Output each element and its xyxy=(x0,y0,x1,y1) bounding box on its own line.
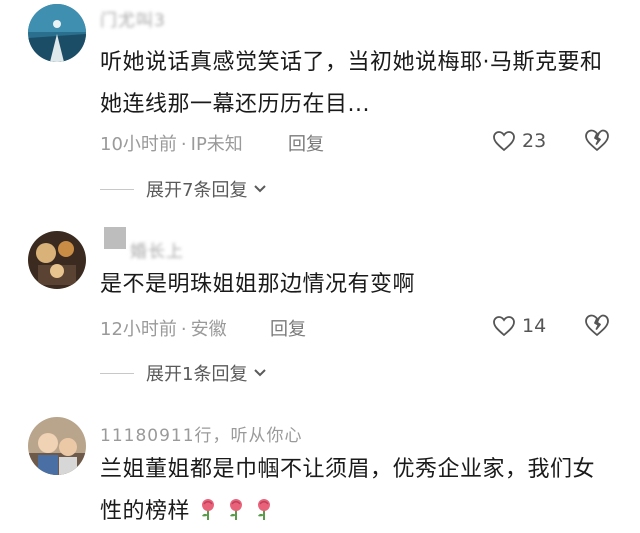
comment-item: 门尤叫3 听她说话真感觉笑话了，当初她说梅耶·马斯克要和她连线那一幕还历历在目.… xyxy=(0,0,640,210)
expand-divider xyxy=(100,188,134,190)
like-button[interactable]: 14 xyxy=(492,313,546,339)
expand-replies[interactable]: 展开1条回复 xyxy=(100,360,267,386)
dislike-button[interactable] xyxy=(584,313,610,339)
broken-heart-icon xyxy=(585,314,609,336)
meta-separator: · xyxy=(180,134,187,155)
rose-emoji xyxy=(202,499,215,520)
expand-divider xyxy=(100,372,134,374)
comment-location: 安徽 xyxy=(190,319,227,340)
comment-text: 听她说话真感觉笑话了，当初她说梅耶·马斯克要和她连线那一幕还历历在目... xyxy=(100,50,603,117)
chevron-down-icon xyxy=(254,369,267,377)
landscape-avatar-icon xyxy=(28,4,86,62)
username[interactable]: 婚长上 xyxy=(130,237,184,262)
family-photo-avatar-icon xyxy=(28,417,86,475)
comment-meta: 10小时前 · IP未知 xyxy=(100,130,243,156)
comment-time: 12小时前 xyxy=(100,319,177,340)
rose-emoji xyxy=(230,499,243,520)
broken-heart-icon xyxy=(585,129,609,151)
avatar[interactable] xyxy=(28,4,86,62)
comment-time: 10小时前 xyxy=(100,134,177,155)
reply-button[interactable]: 回复 xyxy=(270,315,306,341)
comment-text: 是不是明珠姐姐那边情况有变啊 xyxy=(100,272,416,297)
meta-separator: · xyxy=(180,319,187,340)
rose-emoji xyxy=(258,499,271,520)
emoji-row xyxy=(190,499,274,524)
comment-meta: 12小时前 · 安徽 xyxy=(100,315,227,341)
comment-text: 兰姐董姐都是巾帼不让须眉，优秀企业家，我们女性的榜样 xyxy=(100,449,610,533)
reply-button[interactable]: 回复 xyxy=(288,130,324,156)
like-button[interactable]: 23 xyxy=(492,128,546,154)
avatar[interactable] xyxy=(28,417,86,475)
comment-text-content: 兰姐董姐都是巾帼不让须眉，优秀企业家，我们女性的榜样 xyxy=(100,457,596,524)
expand-replies[interactable]: 展开7条回复 xyxy=(100,176,267,202)
photo-avatar-icon xyxy=(28,231,86,289)
comment-item: 11180911行，听从你心 兰姐董姐都是巾帼不让须眉，优秀企业家，我们女性的榜… xyxy=(0,405,640,524)
avatar[interactable] xyxy=(28,231,86,289)
heart-outline-icon xyxy=(493,131,515,152)
comment-location: IP未知 xyxy=(190,134,243,155)
comment-item: 婚长上 是不是明珠姐姐那边情况有变啊 12小时前 · 安徽 回复 14 展开1条回复 xyxy=(0,215,640,395)
username-redaction xyxy=(104,227,126,249)
like-count: 23 xyxy=(522,130,547,152)
username[interactable]: 门尤叫3 xyxy=(100,6,166,31)
username[interactable]: 11180911行，听从你心 xyxy=(100,421,303,446)
chevron-down-icon xyxy=(254,185,267,193)
like-count: 14 xyxy=(522,315,547,337)
expand-label: 展开7条回复 xyxy=(146,180,248,201)
heart-outline-icon xyxy=(493,316,515,337)
expand-label: 展开1条回复 xyxy=(146,364,248,385)
dislike-button[interactable] xyxy=(584,128,610,154)
